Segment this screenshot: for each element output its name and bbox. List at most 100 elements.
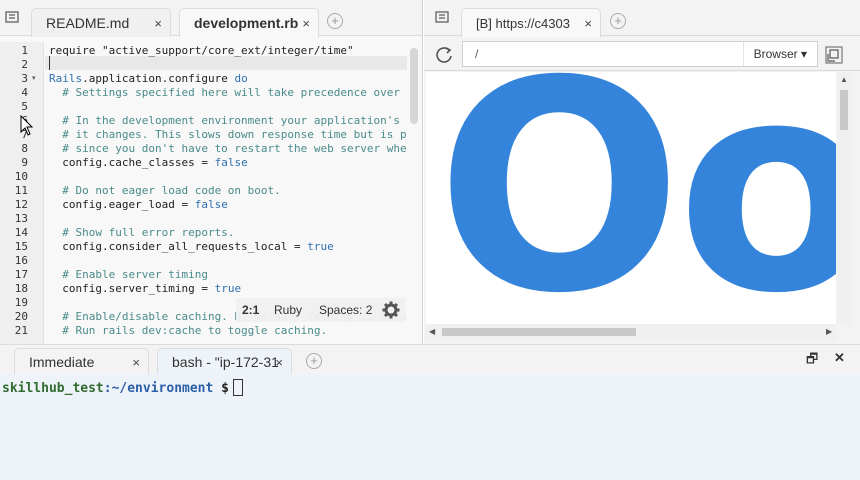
scroll-up-icon[interactable]: ▲ (840, 75, 848, 84)
line-number: 19 (14, 296, 28, 309)
gear-icon[interactable] (382, 301, 400, 319)
line-number: 10 (14, 170, 28, 183)
tab-browser-preview[interactable]: [B] https://c4303 × (461, 8, 601, 37)
code-token: # it changes. This slows down response t… (49, 128, 407, 141)
close-tab-icon[interactable]: × (154, 9, 162, 37)
ide-window: README.md × development.rb × + 123▾45678… (0, 0, 860, 480)
editor-status-bar: 2:1 Ruby Spaces: 2 (236, 298, 406, 322)
scrollbar-thumb[interactable] (840, 90, 848, 130)
code-token: Rails (49, 72, 83, 85)
code-token: config.eager_load = (49, 198, 195, 211)
preview-horizontal-scrollbar[interactable]: ◀ ▶ (426, 324, 837, 340)
preview-tabbar: [B] https://c4303 × + (424, 0, 860, 37)
preview-content-text: Oo (436, 72, 836, 324)
editor-tabbar: README.md × development.rb × + (0, 0, 422, 37)
line-number: 16 (14, 254, 28, 267)
terminal[interactable]: skillhub_test:~/environment $ (0, 374, 860, 480)
code-token: # Do not eager load code on boot. (49, 184, 281, 197)
url-bar[interactable]: / Browser ▾ (462, 41, 818, 67)
add-tab-icon[interactable]: + (327, 13, 343, 29)
line-number: 18 (14, 282, 28, 295)
code-line: # Enable server timing (49, 268, 208, 282)
close-tab-icon[interactable]: × (132, 349, 140, 375)
line-number: 13 (14, 212, 28, 225)
tab-label: Immediate (29, 354, 95, 370)
editor-pane: README.md × development.rb × + 123▾45678… (0, 0, 423, 344)
popout-icon[interactable] (824, 45, 844, 65)
terminal-prompt: skillhub_test:~/environment $ (2, 379, 243, 397)
code-line: # In the development environment your ap… (49, 114, 407, 128)
tab-development-rb[interactable]: development.rb × (179, 8, 319, 37)
code-token: do (234, 72, 248, 85)
code-line: # Run rails dev:cache to toggle caching. (49, 324, 327, 338)
code-line: require "active_support/core_ext/integer… (49, 44, 354, 58)
tab-label: development.rb (194, 15, 299, 31)
code-token: # In the development environment your ap… (49, 114, 407, 127)
text-cursor (49, 56, 50, 70)
scroll-right-icon[interactable]: ▶ (826, 327, 832, 336)
code-line: Rails.application.configure do (49, 72, 248, 86)
code-token: true (307, 240, 334, 253)
code-token: # Run rails dev:cache to toggle caching. (49, 324, 328, 337)
code-line: # Settings specified here will take prec… (49, 86, 407, 100)
scrollbar-thumb[interactable] (442, 328, 636, 336)
line-number-gutter: 123▾456789101112131415161718192021 (0, 42, 44, 344)
fold-toggle-icon[interactable]: ▾ (32, 72, 36, 86)
terminal-cursor (232, 379, 243, 396)
tab-label: bash - "ip-172-31 (172, 354, 279, 370)
indent-setting[interactable]: Spaces: 2 (319, 298, 372, 322)
close-tab-icon[interactable]: × (302, 9, 310, 37)
add-tab-icon[interactable]: + (306, 353, 322, 369)
tab-menu-icon[interactable] (434, 9, 450, 25)
cursor-position[interactable]: 2:1 (242, 298, 259, 322)
line-number: 8 (21, 142, 28, 155)
language-mode[interactable]: Ruby (274, 298, 302, 322)
line-number: 15 (14, 240, 28, 253)
line-number: 14 (14, 226, 28, 239)
code-line: config.eager_load = false (49, 198, 228, 212)
preview-viewport[interactable]: Oo (426, 72, 836, 324)
line-number: 21 (14, 324, 28, 337)
prompt-symbol: $ (213, 381, 229, 396)
code-token: require "active_support/core_ext/integer… (49, 44, 354, 57)
code-token: # Settings specified here will take prec… (49, 86, 407, 99)
scroll-left-icon[interactable]: ◀ (429, 327, 435, 336)
preview-vertical-scrollbar[interactable]: ▲ (837, 72, 851, 324)
line-number: 3 (21, 72, 28, 85)
code-token: false (194, 198, 228, 211)
close-tab-icon[interactable]: × (275, 349, 283, 375)
add-tab-icon[interactable]: + (610, 13, 626, 29)
code-token: # Enable server timing (49, 268, 208, 281)
code-token: config.cache_classes = (49, 156, 215, 169)
line-number: 2 (21, 58, 28, 71)
url-input[interactable]: / (475, 47, 478, 61)
line-number: 20 (14, 310, 28, 323)
editor-scrollbar[interactable] (410, 48, 418, 124)
refresh-icon[interactable] (434, 45, 454, 65)
close-tab-icon[interactable]: × (584, 9, 592, 37)
code-line: config.server_timing = true (49, 282, 241, 296)
terminal-tabbar: Immediate × bash - "ip-172-31 × + (0, 344, 860, 375)
tab-readme[interactable]: README.md × (31, 8, 171, 37)
tab-menu-icon[interactable] (4, 9, 20, 25)
browser-select[interactable]: Browser ▾ (742, 42, 817, 66)
code-line: # since you don't have to restart the we… (49, 142, 407, 156)
line-number: 1 (21, 44, 28, 57)
code-line: # Show full error reports. (49, 226, 234, 240)
restore-icon[interactable]: 🗗 (806, 350, 818, 372)
close-icon[interactable]: ✕ (834, 350, 845, 366)
code-line: config.cache_classes = false (49, 156, 247, 170)
line-number: 4 (21, 86, 28, 99)
tab-label: [B] https://c4303 (476, 16, 570, 31)
tab-label: README.md (46, 15, 130, 31)
code-line: # it changes. This slows down response t… (49, 128, 407, 142)
code-token: .application.configure (82, 72, 235, 85)
mouse-pointer-icon (20, 115, 34, 136)
line-number: 17 (14, 268, 28, 281)
tab-bash[interactable]: bash - "ip-172-31 × (157, 348, 292, 375)
code-token: config.server_timing = (49, 282, 215, 295)
line-number: 5 (21, 100, 28, 113)
tab-immediate[interactable]: Immediate × (14, 348, 149, 375)
line-number: 9 (21, 156, 28, 169)
prompt-path: :~/environment (103, 381, 214, 396)
